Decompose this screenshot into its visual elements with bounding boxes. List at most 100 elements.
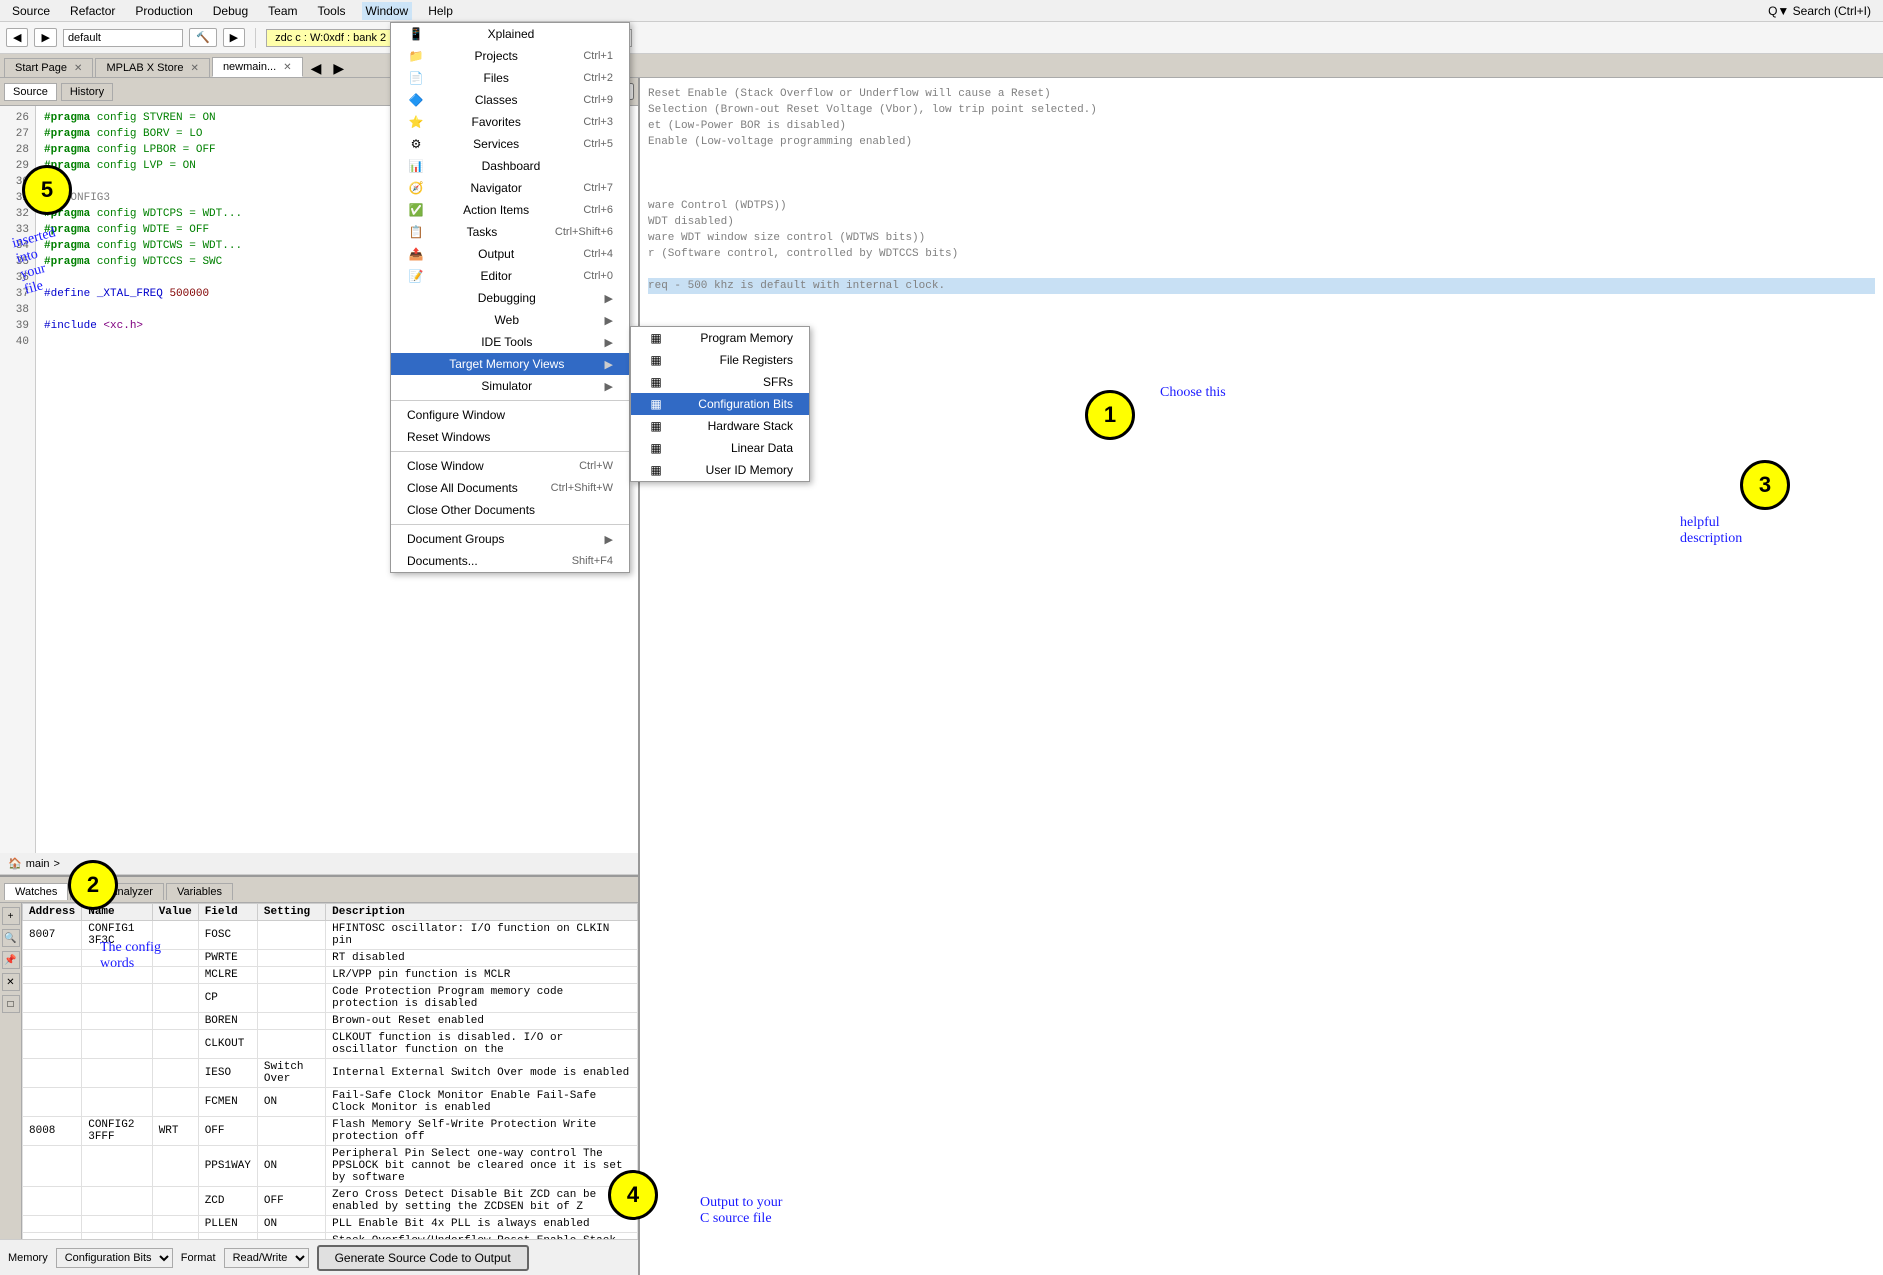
tab-close-mplab[interactable]: ✕ bbox=[191, 63, 199, 74]
target-memory-submenu[interactable]: ▦ Program Memory ▦ File Registers ▦ SFRs… bbox=[630, 326, 810, 482]
project-input[interactable] bbox=[63, 29, 183, 47]
menu-source[interactable]: Source bbox=[8, 2, 54, 20]
editor-breadcrumb: 🏠 main > bbox=[0, 853, 638, 875]
watch-add-icon[interactable]: + bbox=[2, 907, 20, 925]
line-numbers: 2627282930 3132333435 3637383940 bbox=[0, 106, 36, 853]
submenu-hardware-stack[interactable]: ▦ Hardware Stack bbox=[631, 415, 809, 437]
watches-table: Address Name Value Field Setting Descrip… bbox=[22, 903, 638, 1239]
menu-item-editor[interactable]: 📝 Editor Ctrl+0 bbox=[391, 265, 629, 287]
menu-item-close-other[interactable]: Close Other Documents bbox=[391, 499, 629, 521]
menu-tools[interactable]: Tools bbox=[313, 2, 349, 20]
submenu-linear-data[interactable]: ▦ Linear Data bbox=[631, 437, 809, 459]
tab-close-start[interactable]: ✕ bbox=[74, 63, 82, 74]
submenu-sfrs[interactable]: ▦ SFRs bbox=[631, 371, 809, 393]
bottom-content: + 🔍 📌 ✕ □ Address Name Value bbox=[0, 903, 638, 1275]
watch-pin-icon[interactable]: 📌 bbox=[2, 951, 20, 969]
menu-item-close-all[interactable]: Close All Documents Ctrl+Shift+W bbox=[391, 477, 629, 499]
watches-table-scroll[interactable]: Address Name Value Field Setting Descrip… bbox=[22, 903, 638, 1239]
submenu-icon-hwstack: ▦ bbox=[647, 419, 665, 433]
tab-newmain[interactable]: newmain... ✕ bbox=[212, 57, 303, 77]
breadcrumb: zdc c : W:0xdf : bank 2 bbox=[266, 29, 395, 47]
table-row: IESOSwitch OverInternal External Switch … bbox=[23, 1059, 638, 1088]
submenu-icon-config: ▦ bbox=[647, 397, 665, 411]
submenu-user-id[interactable]: ▦ User ID Memory bbox=[631, 459, 809, 481]
right-line-4: Enable (Low-voltage programming enabled) bbox=[648, 134, 1875, 150]
menu-item-documents[interactable]: Documents... Shift+F4 bbox=[391, 550, 629, 572]
submenu-icon-userid: ▦ bbox=[647, 463, 665, 477]
main-tabs: Start Page ✕ MPLAB X Store ✕ newmain... … bbox=[0, 54, 1883, 78]
build-button[interactable]: 🔨 bbox=[189, 28, 217, 47]
right-line-2: Selection (Brown-out Reset Voltage (Vbor… bbox=[648, 102, 1875, 118]
col-field: Field bbox=[198, 904, 257, 921]
menu-item-navigator[interactable]: 🧭 Navigator Ctrl+7 bbox=[391, 177, 629, 199]
menu-item-xplained[interactable]: 📱 Xplained bbox=[391, 23, 629, 45]
bottom-toolbar: Memory Configuration Bits Format Read/Wr… bbox=[0, 1239, 638, 1275]
submenu-file-registers[interactable]: ▦ File Registers bbox=[631, 349, 809, 371]
menu-item-dashboard[interactable]: 📊 Dashboard bbox=[391, 155, 629, 177]
memory-label: Memory bbox=[8, 1252, 48, 1264]
back-button[interactable]: ◀ bbox=[6, 28, 28, 47]
right-line-11: r (Software control, controlled by WDTCC… bbox=[648, 246, 1875, 262]
window-dropdown[interactable]: 📱 Xplained 📁 Projects Ctrl+1 📄 Files Ctr… bbox=[390, 22, 630, 573]
tab-start-page[interactable]: Start Page ✕ bbox=[4, 58, 93, 77]
debug-button[interactable]: ▶ bbox=[223, 28, 245, 47]
editor-tab-source[interactable]: Source bbox=[4, 83, 57, 101]
menu-item-icon-classes: 🔷 bbox=[407, 93, 425, 107]
table-row: CPCode Protection Program memory code pr… bbox=[23, 984, 638, 1013]
right-code-view[interactable]: Reset Enable (Stack Overflow or Underflo… bbox=[640, 78, 1883, 1275]
menu-item-files[interactable]: 📄 Files Ctrl+2 bbox=[391, 67, 629, 89]
menu-item-target-memory[interactable]: Target Memory Views ▶ bbox=[391, 353, 629, 375]
menu-item-configure-window[interactable]: Configure Window bbox=[391, 404, 629, 426]
bottom-tab-watches[interactable]: Watches bbox=[4, 883, 68, 900]
submenu-program-memory[interactable]: ▦ Program Memory bbox=[631, 327, 809, 349]
menu-item-classes[interactable]: 🔷 Classes Ctrl+9 bbox=[391, 89, 629, 111]
menu-help[interactable]: Help bbox=[424, 2, 457, 20]
menu-item-icon-output: 📤 bbox=[407, 247, 425, 261]
menu-item-web[interactable]: Web ▶ bbox=[391, 309, 629, 331]
menu-item-icon-favorites: ⭐ bbox=[407, 115, 425, 129]
right-line-5 bbox=[648, 150, 1875, 166]
breadcrumb-main: main bbox=[26, 858, 50, 870]
submenu-config-bits[interactable]: ▦ Configuration Bits bbox=[631, 393, 809, 415]
menu-sep2 bbox=[391, 451, 629, 452]
menu-item-output[interactable]: 📤 Output Ctrl+4 bbox=[391, 243, 629, 265]
menu-item-doc-groups[interactable]: Document Groups ▶ bbox=[391, 528, 629, 550]
menu-debug[interactable]: Debug bbox=[209, 2, 252, 20]
table-row: MCLRELR/VPP pin function is MCLR bbox=[23, 967, 638, 984]
bottom-tab-logic[interactable]: Logic Analyzer bbox=[70, 883, 164, 900]
menu-item-services[interactable]: ⚙ Services Ctrl+5 bbox=[391, 133, 629, 155]
menubar: Source Refactor Production Debug Team To… bbox=[0, 0, 1883, 22]
bottom-tab-variables[interactable]: Variables bbox=[166, 883, 233, 900]
sep1 bbox=[255, 28, 256, 48]
menu-item-simulator[interactable]: Simulator ▶ bbox=[391, 375, 629, 397]
forward-button[interactable]: ▶ bbox=[34, 28, 56, 47]
nav-left-icon[interactable]: ◀ bbox=[305, 60, 328, 77]
menu-item-projects[interactable]: 📁 Projects Ctrl+1 bbox=[391, 45, 629, 67]
menu-team[interactable]: Team bbox=[264, 2, 301, 20]
format-select[interactable]: Read/Write bbox=[224, 1248, 309, 1268]
menu-window[interactable]: Window bbox=[362, 2, 413, 20]
menu-item-favorites[interactable]: ⭐ Favorites Ctrl+3 bbox=[391, 111, 629, 133]
menu-item-debugging[interactable]: Debugging ▶ bbox=[391, 287, 629, 309]
generate-source-button[interactable]: Generate Source Code to Output bbox=[317, 1245, 529, 1271]
menu-item-action-items[interactable]: ✅ Action Items Ctrl+6 bbox=[391, 199, 629, 221]
table-row: 8007CONFIG1 3F3CFOSCHFINTOSC oscillator:… bbox=[23, 921, 638, 950]
watch-del-icon[interactable]: ✕ bbox=[2, 973, 20, 991]
tab-close-newmain[interactable]: ✕ bbox=[283, 62, 291, 73]
watch-icon5[interactable]: □ bbox=[2, 995, 20, 1013]
bottom-tabs: Watches Logic Analyzer Variables bbox=[0, 877, 638, 903]
main-layout: Source History 🔍 ⚙ 📋 🔎 2627282930 313233… bbox=[0, 78, 1883, 1275]
menu-production[interactable]: Production bbox=[131, 2, 196, 20]
menu-item-ide-tools[interactable]: IDE Tools ▶ bbox=[391, 331, 629, 353]
watch-search-icon[interactable]: 🔍 bbox=[2, 929, 20, 947]
menu-item-tasks[interactable]: 📋 Tasks Ctrl+Shift+6 bbox=[391, 221, 629, 243]
menu-item-close-window[interactable]: Close Window Ctrl+W bbox=[391, 455, 629, 477]
editor-tab-history[interactable]: History bbox=[61, 83, 113, 101]
memory-select[interactable]: Configuration Bits bbox=[56, 1248, 173, 1268]
right-panel: Reset Enable (Stack Overflow or Underflo… bbox=[640, 78, 1883, 1275]
tab-mplab-store[interactable]: MPLAB X Store ✕ bbox=[95, 58, 210, 77]
nav-right-icon[interactable]: ▶ bbox=[327, 60, 350, 77]
menu-refactor[interactable]: Refactor bbox=[66, 2, 119, 20]
search-button[interactable]: Q▼ Search (Ctrl+I) bbox=[1764, 2, 1875, 20]
menu-item-reset-windows[interactable]: Reset Windows bbox=[391, 426, 629, 448]
